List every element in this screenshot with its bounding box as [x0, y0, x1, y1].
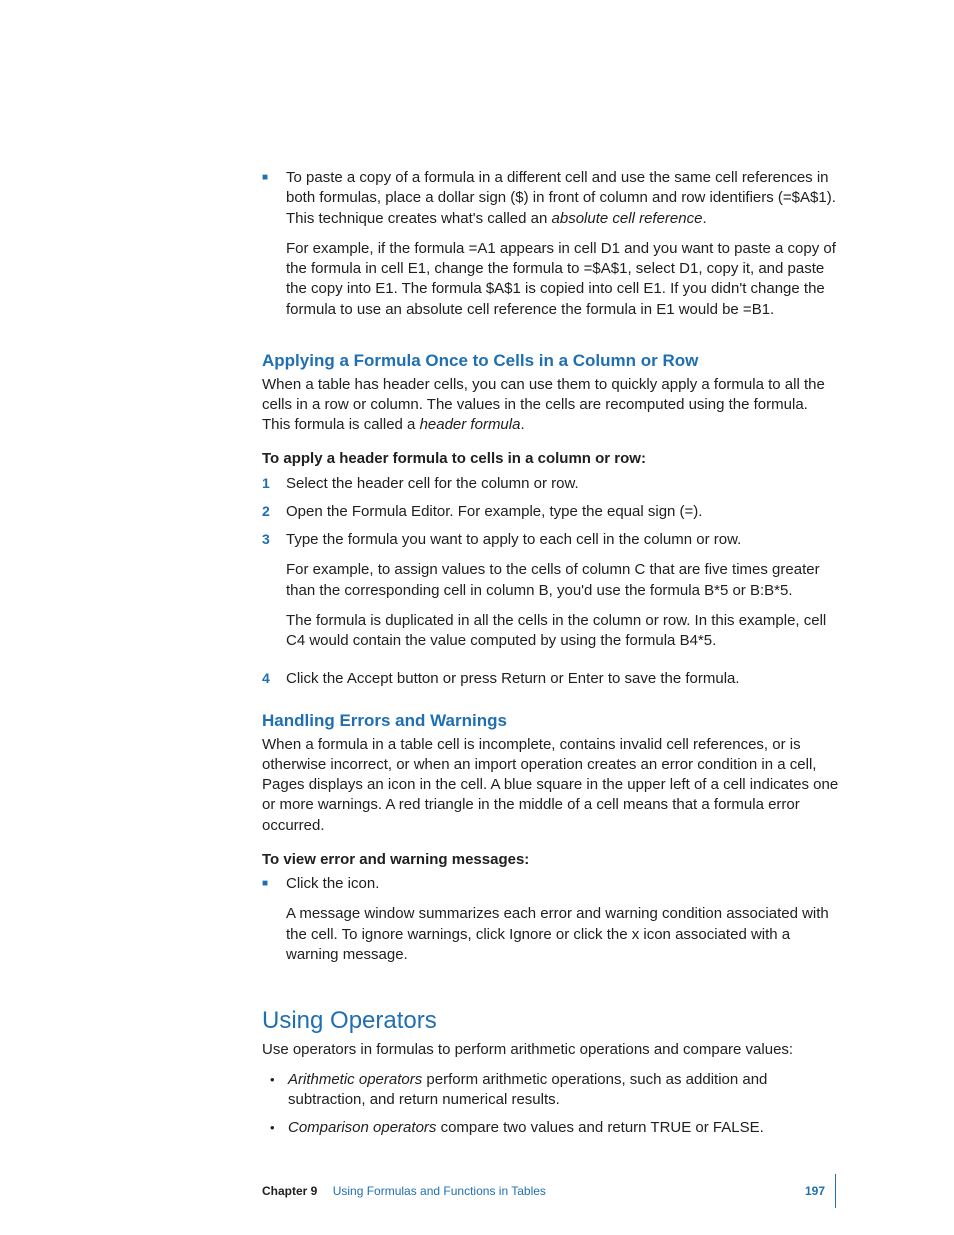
- step-number: 1: [262, 474, 286, 494]
- step-note: The formula is duplicated in all the cel…: [286, 611, 840, 652]
- task-title-view-errors: To view error and warning messages:: [262, 850, 840, 870]
- footer-chapter: Chapter 9: [262, 1184, 317, 1198]
- bullet-click-icon: ■ Click the icon. A message window summa…: [262, 874, 840, 975]
- para-operators-intro: Use operators in formulas to perform ari…: [262, 1040, 840, 1060]
- step-2: 2 Open the Formula Editor. For example, …: [262, 502, 840, 522]
- step-4: 4 Click the Accept button or press Retur…: [262, 669, 840, 689]
- text-italic: Comparison operators: [288, 1119, 436, 1136]
- bullet-text: Click the icon.: [286, 874, 840, 894]
- step-text: Select the header cell for the column or…: [286, 474, 840, 494]
- bullet-text: Arithmetic operators perform arithmetic …: [288, 1070, 840, 1111]
- square-bullet-icon: ■: [262, 874, 286, 975]
- footer-right: 197: [805, 1174, 836, 1208]
- step-text: Open the Formula Editor. For example, ty…: [286, 502, 840, 522]
- text-italic: Arithmetic operators: [288, 1071, 422, 1088]
- step-text: Click the Accept button or press Return …: [286, 669, 840, 689]
- step-3: 3 Type the formula you want to apply to …: [262, 530, 840, 661]
- text-italic: header formula: [420, 416, 521, 433]
- text: .: [702, 210, 706, 227]
- bullet-text: Comparison operators compare two values …: [288, 1118, 840, 1138]
- para-absolute-ref-intro: To paste a copy of a formula in a differ…: [286, 168, 840, 229]
- para-absolute-ref-example: For example, if the formula =A1 appears …: [286, 239, 840, 320]
- bullet-comparison: • Comparison operators compare two value…: [268, 1118, 840, 1138]
- text-italic: absolute cell reference: [552, 210, 703, 227]
- bullet-absolute-ref: ■ To paste a copy of a formula in a diff…: [262, 168, 840, 330]
- text: .: [520, 416, 524, 433]
- step-1: 1 Select the header cell for the column …: [262, 474, 840, 494]
- dot-bullet-icon: •: [268, 1118, 288, 1138]
- footer-title: Using Formulas and Functions in Tables: [333, 1184, 546, 1198]
- text: compare two values and return TRUE or FA…: [436, 1119, 763, 1136]
- step-number: 3: [262, 530, 286, 661]
- page-footer: Chapter 9 Using Formulas and Functions i…: [262, 1174, 836, 1208]
- heading-applying-formula: Applying a Formula Once to Cells in a Co…: [262, 350, 840, 373]
- step-number: 4: [262, 669, 286, 689]
- step-example: For example, to assign values to the cel…: [286, 560, 840, 601]
- page-content: ■ To paste a copy of a formula in a diff…: [262, 168, 840, 1147]
- bullet-arithmetic: • Arithmetic operators perform arithmeti…: [268, 1070, 840, 1111]
- text: When a table has header cells, you can u…: [262, 376, 825, 434]
- task-title-apply-header: To apply a header formula to cells in a …: [262, 449, 840, 469]
- dot-bullet-icon: •: [268, 1070, 288, 1111]
- heading-handling-errors: Handling Errors and Warnings: [262, 710, 840, 733]
- para-errors-intro: When a formula in a table cell is incomp…: [262, 735, 840, 836]
- footer-left: Chapter 9 Using Formulas and Functions i…: [262, 1183, 546, 1199]
- footer-page-number: 197: [805, 1183, 825, 1199]
- heading-using-operators: Using Operators: [262, 1005, 840, 1037]
- step-text: Type the formula you want to apply to ea…: [286, 530, 840, 550]
- bullet-extra: A message window summarizes each error a…: [286, 904, 840, 965]
- step-number: 2: [262, 502, 286, 522]
- footer-divider-icon: [835, 1174, 836, 1208]
- para-header-formula-intro: When a table has header cells, you can u…: [262, 375, 840, 436]
- square-bullet-icon: ■: [262, 168, 286, 330]
